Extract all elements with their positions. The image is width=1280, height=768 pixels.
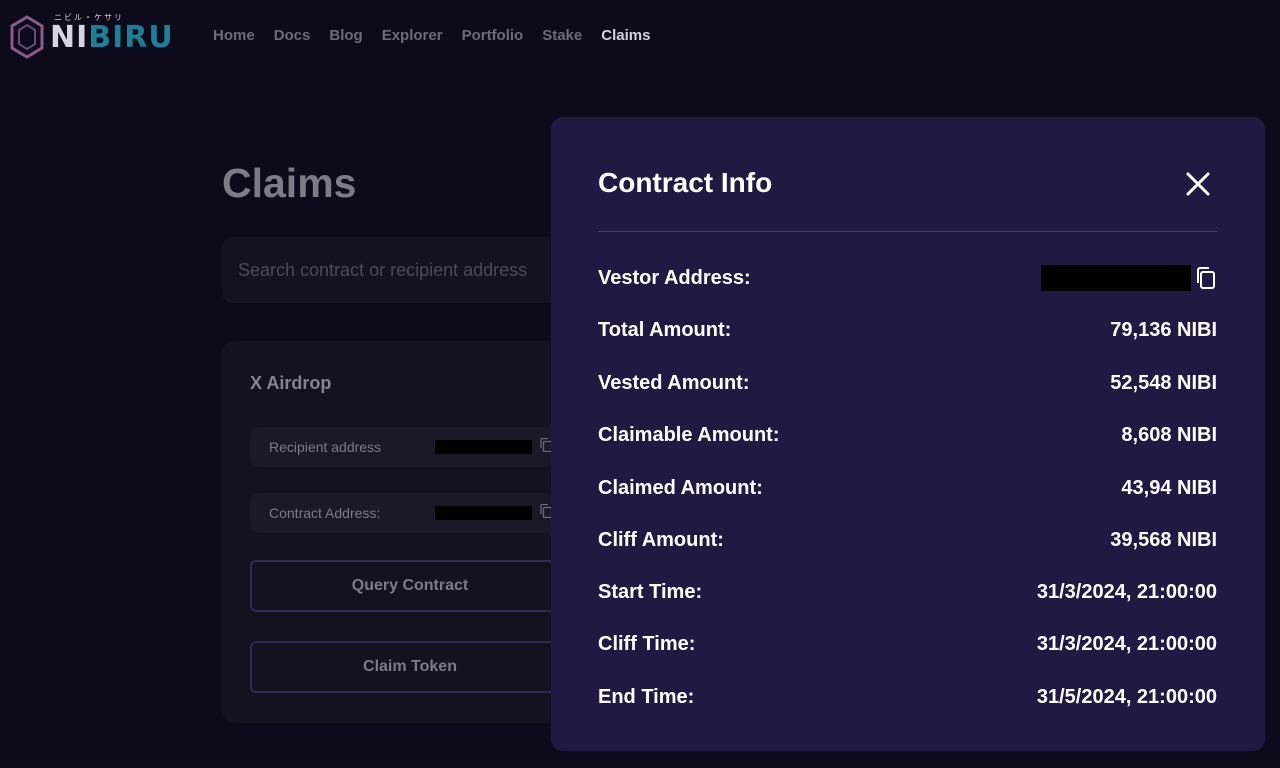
row-value: 39,568 NIBI <box>1110 528 1217 551</box>
airdrop-card: X Airdrop Recipient address Contract Add… <box>222 341 582 723</box>
start-time-row: Start Time: 31/3/2024, 21:00:00 <box>598 577 1217 607</box>
vestor-address-value <box>1041 265 1217 291</box>
nibiru-hex-logo-icon <box>10 15 44 59</box>
logo-text-rest: BIRU <box>88 19 174 55</box>
row-value: 79,136 NIBI <box>1110 318 1217 341</box>
claim-token-button[interactable]: Claim Token <box>250 641 580 693</box>
redacted-contract-address <box>435 506 532 520</box>
logo-subtext: ニビル・ケサリ <box>54 12 124 22</box>
contract-address-label: Contract Address: <box>269 505 381 521</box>
vestor-address-row: Vestor Address: <box>598 263 1217 293</box>
recipient-address-label: Recipient address <box>269 439 382 455</box>
row-value: 52,548 NIBI <box>1110 371 1217 394</box>
row-label: Claimable Amount: <box>598 423 780 446</box>
row-label: End Time: <box>598 685 695 708</box>
row-label: Cliff Time: <box>598 632 696 655</box>
close-icon[interactable] <box>1183 169 1213 199</box>
total-amount-row: Total Amount: 79,136 NIBI <box>598 315 1217 345</box>
search-input[interactable]: Search contract or recipient address <box>222 237 582 303</box>
row-value: 31/3/2024, 21:00:00 <box>1036 580 1217 603</box>
modal-divider <box>598 231 1217 232</box>
recipient-address-field[interactable]: Recipient address <box>250 427 570 467</box>
contract-info-modal: Contract Info Vestor Address: Total Amou… <box>551 117 1265 751</box>
nav-stake[interactable]: Stake <box>542 27 582 44</box>
redacted-recipient-address <box>435 440 532 454</box>
vested-amount-row: Vested Amount: 52,548 NIBI <box>598 368 1217 398</box>
row-label: Cliff Amount: <box>598 528 724 551</box>
nav-blog[interactable]: Blog <box>329 27 362 44</box>
row-value: 43,94 NIBI <box>1121 476 1217 499</box>
cliff-amount-row: Cliff Amount: 39,568 NIBI <box>598 525 1217 555</box>
modal-title: Contract Info <box>598 167 773 198</box>
nav-explorer[interactable]: Explorer <box>382 27 443 44</box>
row-label: Vestor Address: <box>598 266 751 289</box>
row-label: Start Time: <box>598 580 703 603</box>
main-nav: Home Docs Blog Explorer Portfolio Stake … <box>213 27 669 44</box>
copy-icon[interactable] <box>1195 266 1217 290</box>
row-value: 31/5/2024, 21:00:00 <box>1036 685 1217 708</box>
row-label: Claimed Amount: <box>598 476 763 499</box>
top-nav-bar: ニビル・ケサリ NIBIRU Home Docs Blog Explorer P… <box>0 0 1280 76</box>
cliff-time-row: Cliff Time: 31/3/2024, 21:00:00 <box>598 629 1217 659</box>
row-value: 31/3/2024, 21:00:00 <box>1036 632 1217 655</box>
page-title: Claims <box>222 160 357 206</box>
redacted-vestor-address <box>1041 265 1191 291</box>
claimed-amount-row: Claimed Amount: 43,94 NIBI <box>598 473 1217 503</box>
row-label: Total Amount: <box>598 318 732 341</box>
end-time-row: End Time: 31/5/2024, 21:00:00 <box>598 682 1217 712</box>
claimable-amount-row: Claimable Amount: 8,608 NIBI <box>598 420 1217 450</box>
card-title: X Airdrop <box>250 373 332 393</box>
nav-claims[interactable]: Claims <box>601 27 650 44</box>
nav-docs[interactable]: Docs <box>274 27 311 44</box>
nibiru-logo[interactable]: ニビル・ケサリ NIBIRU <box>10 13 190 60</box>
nav-home[interactable]: Home <box>213 27 255 44</box>
contract-address-field[interactable]: Contract Address: <box>250 493 570 533</box>
query-contract-button[interactable]: Query Contract <box>250 560 580 612</box>
nav-portfolio[interactable]: Portfolio <box>462 27 524 44</box>
row-label: Vested Amount: <box>598 371 750 394</box>
row-value: 8,608 NIBI <box>1121 423 1217 446</box>
logo-text-ni: NI <box>50 19 89 55</box>
logo-wordmark: ニビル・ケサリ NIBIRU <box>50 13 174 55</box>
